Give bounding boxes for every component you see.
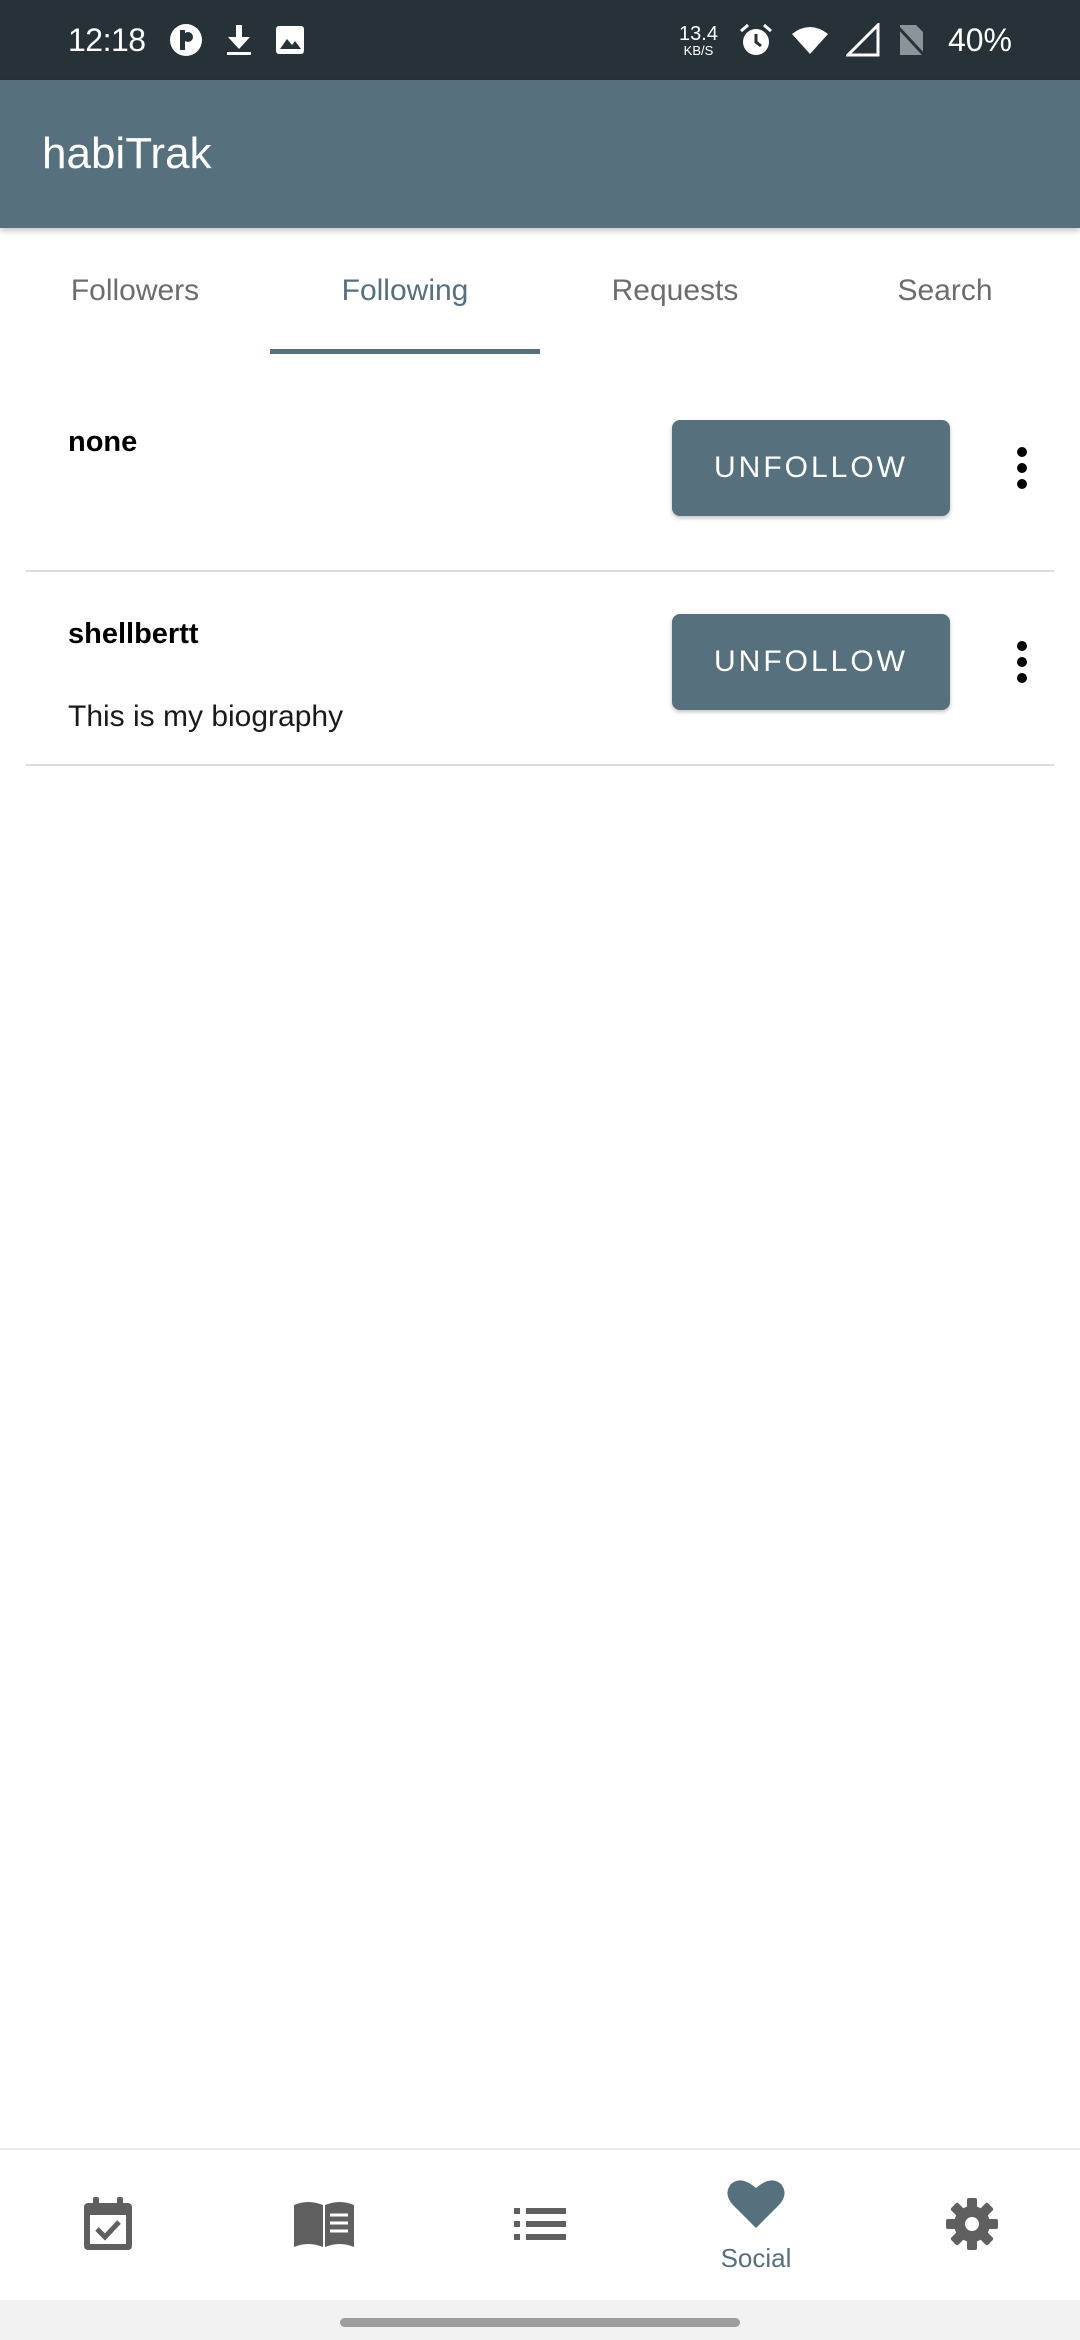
nav-social[interactable]: Social: [648, 2150, 864, 2302]
status-left: 12:18: [68, 0, 326, 80]
status-time: 12:18: [68, 21, 146, 58]
app-notification-icon: [168, 22, 204, 58]
gesture-area: [0, 2300, 1080, 2340]
nav-social-label: Social: [720, 2243, 792, 2273]
screen: 12:18 13.4 KB/S 40% habiTrak Followers F…: [0, 0, 1080, 2340]
image-icon: [274, 24, 306, 56]
user-bio: This is my biography: [68, 700, 344, 733]
nav-settings[interactable]: [864, 2150, 1080, 2302]
app-title: habiTrak: [42, 129, 212, 178]
network-speed: 13.4 KB/S: [679, 24, 718, 57]
tab-requests[interactable]: Requests: [540, 228, 810, 354]
username: shellbertt: [68, 618, 199, 650]
status-bar: 12:18 13.4 KB/S 40%: [0, 0, 1080, 80]
nav-list[interactable]: [432, 2150, 648, 2302]
nav-journal[interactable]: [216, 2150, 432, 2302]
nav-calendar[interactable]: [0, 2150, 216, 2302]
list-item: none UNFOLLOW: [26, 354, 1054, 572]
download-icon: [224, 23, 254, 57]
signal-icon: [845, 23, 880, 57]
tab-bar: Followers Following Requests Search: [0, 228, 1080, 354]
book-icon: [292, 2199, 356, 2254]
more-options-icon[interactable]: [1002, 632, 1042, 692]
tab-followers[interactable]: Followers: [0, 228, 270, 354]
network-speed-value: 13.4: [679, 22, 718, 45]
wifi-icon: [790, 24, 830, 56]
app-bar: habiTrak: [0, 80, 1080, 228]
list-icon: [514, 2206, 566, 2247]
no-sim-icon: [896, 23, 926, 57]
alarm-icon: [738, 22, 774, 58]
bottom-navigation: Social: [0, 2148, 1080, 2300]
gear-icon: [944, 2196, 1000, 2257]
home-gesture-bar[interactable]: [340, 2318, 740, 2327]
username: none: [68, 426, 138, 458]
tab-following[interactable]: Following: [270, 228, 540, 354]
status-right: 13.4 KB/S 40%: [679, 0, 1012, 80]
tab-search[interactable]: Search: [810, 228, 1080, 354]
calendar-check-icon: [81, 2195, 135, 2258]
following-list: none UNFOLLOW shellbertt This is my biog…: [26, 354, 1054, 766]
battery-level: 40%: [947, 21, 1012, 58]
unfollow-button[interactable]: UNFOLLOW: [672, 420, 950, 516]
heart-icon: [727, 2178, 785, 2235]
unfollow-button[interactable]: UNFOLLOW: [672, 614, 950, 710]
network-speed-unit: KB/S: [683, 42, 714, 58]
list-item: shellbertt This is my biography UNFOLLOW: [26, 572, 1054, 766]
more-options-icon[interactable]: [1002, 438, 1042, 498]
